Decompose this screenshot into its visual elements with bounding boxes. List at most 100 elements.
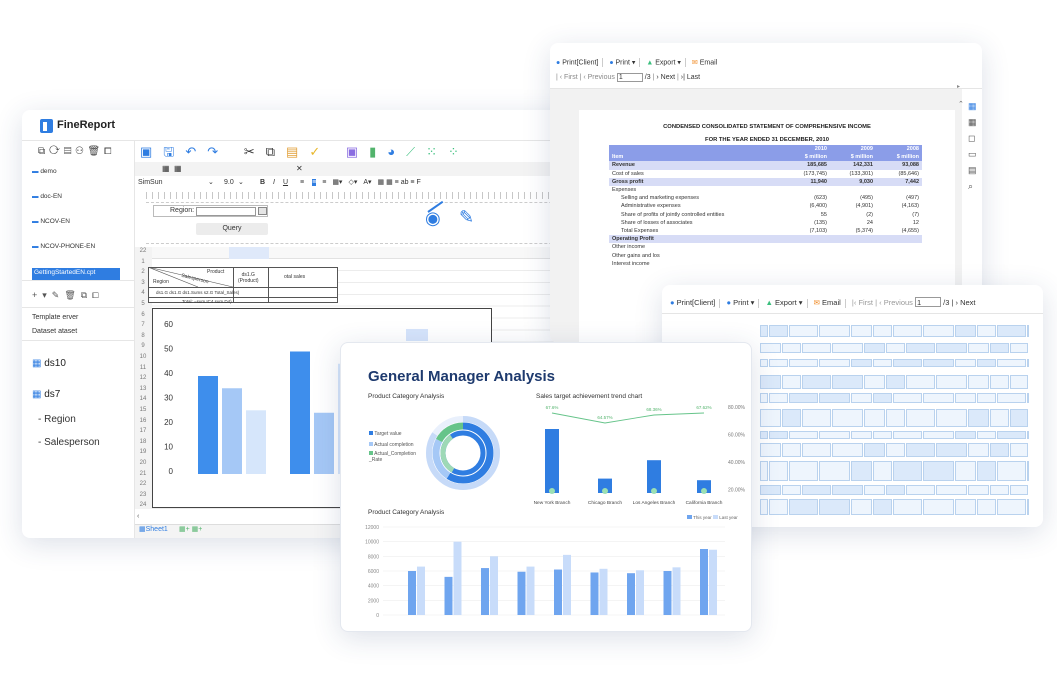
form-cell — [968, 409, 989, 427]
cell-total-row[interactable]: Total: =sum.IC4 sum.D4) — [182, 299, 232, 304]
this-year-bar — [408, 571, 416, 615]
tree-item[interactable]: ▬ NCOV-PHONE-EN — [32, 243, 134, 256]
file-toolbar[interactable]: ⧉⟳▤⚇🗑⧠ — [38, 146, 115, 157]
first-page-button[interactable]: First — [858, 298, 873, 307]
form-cell — [873, 499, 892, 515]
scroll-up-icon[interactable]: ⌃ — [958, 100, 964, 108]
tree-item[interactable]: ▬ doc-EN — [32, 193, 134, 206]
report-toolbar: ● Print[Client] ● Print ▾ ▲ Export ▾ ✉ E… — [556, 58, 718, 67]
row-value — [784, 243, 830, 251]
tree-item-selected[interactable]: GettingStartedEN.cpt — [32, 268, 120, 280]
y-tick-label: 40.00% — [728, 460, 746, 466]
email-button[interactable]: Email — [700, 59, 718, 66]
dataset-item[interactable]: ▦ ds10 — [32, 358, 66, 369]
close-icon[interactable]: ✕ — [296, 164, 303, 173]
form-cell — [1010, 375, 1028, 389]
undo-icon: ↶ — [185, 144, 208, 159]
page-input[interactable]: 1 — [616, 73, 643, 82]
grid-toolbar: ● Print[Client] ● Print ▾ ▲ Export ▾ ✉ E… — [670, 297, 976, 308]
report-pager: | ‹ First | ‹ Previous 1 /3 | › Next | ›… — [556, 73, 701, 82]
y-tick-label: 20.00% — [728, 488, 746, 494]
region-input[interactable] — [196, 207, 256, 216]
form-cell — [906, 343, 935, 353]
first-page-button[interactable]: First — [564, 74, 578, 81]
y-tick-label: 20 — [164, 418, 173, 427]
cell-region[interactable]: Region — [153, 279, 169, 285]
row-value: (623) — [814, 195, 827, 202]
tree-item[interactable]: ▬ demo — [32, 168, 134, 181]
print-button[interactable]: Print — [733, 298, 748, 307]
form-cell — [906, 485, 935, 495]
format-icons[interactable]: ▦ ▦ — [162, 164, 182, 173]
next-page-button[interactable]: Next — [960, 298, 975, 307]
previous-page-button[interactable]: Previous — [884, 298, 913, 307]
row-number: 15 — [139, 407, 147, 413]
x-category-label: New York Branch — [534, 500, 571, 506]
form-cell — [832, 343, 863, 353]
cell-ds-product[interactable]: ds1.G (Product) — [238, 272, 259, 284]
query-button[interactable]: Query — [196, 223, 268, 235]
form-cell — [936, 343, 967, 353]
print-button[interactable]: Print — [616, 59, 630, 66]
add-sheet-icon[interactable]: ▦+ ▦+ — [179, 525, 202, 533]
form-cell — [968, 443, 989, 457]
tree-item[interactable]: ▬ NCOV-EN — [32, 218, 134, 231]
table-row: Operating Profit — [609, 235, 922, 244]
last-page-button[interactable]: Last — [687, 74, 700, 81]
email-button[interactable]: Email — [822, 298, 841, 307]
th-item: Item — [612, 154, 624, 161]
edit-pencil-icon[interactable]: ✎ — [459, 207, 474, 228]
row-value: (135) — [814, 219, 827, 226]
y-tick-label: 12000 — [365, 525, 379, 531]
form-cell — [782, 375, 801, 389]
previous-page-button[interactable]: Previous — [588, 74, 615, 81]
dataset-toolbar[interactable]: +▾✎🗑⧉⧠ — [32, 290, 104, 301]
dropdown-icon[interactable] — [258, 207, 267, 215]
row-value: (495) — [860, 195, 873, 202]
dataset-field[interactable]: - Salesperson — [38, 437, 100, 448]
donut-legend: Target value Actual completion Actual_Co… — [369, 429, 416, 463]
side-tools[interactable]: ▦ ▦ ◻ ▭ ▤ ⌕ — [968, 98, 977, 194]
print-client-button[interactable]: Print[Client] — [677, 298, 716, 307]
row-number: 18 — [139, 438, 147, 445]
sheet-tab[interactable]: ▦Sheet1 — [139, 525, 168, 533]
form-cell — [955, 461, 976, 481]
page-input[interactable]: 1 — [915, 297, 942, 307]
form-cell — [923, 431, 954, 439]
export-button[interactable]: Export — [775, 298, 797, 307]
form-cell — [851, 499, 872, 515]
dataset-field[interactable]: - Region — [38, 414, 76, 425]
cell-total-sales[interactable]: otal sales — [284, 274, 305, 280]
form-cell — [832, 409, 863, 427]
dataset-item[interactable]: ▦ ds7 — [32, 389, 60, 400]
row-value — [830, 243, 876, 251]
th-unit: $ million — [804, 154, 827, 161]
donut-chart[interactable] — [425, 415, 501, 491]
bar-chart-icon: ▮ — [369, 144, 388, 159]
row-label: Share of profits of jointly controlled e… — [621, 211, 725, 218]
cell-product[interactable]: Product — [207, 269, 224, 275]
bottom-bar-chart[interactable]: 12000 10000 8000 6000 4000 2000 0 — [365, 521, 725, 621]
export-button[interactable]: Export — [655, 59, 675, 66]
form-cell — [819, 431, 850, 439]
email-icon: ✉ — [813, 298, 820, 307]
form-cell — [832, 375, 863, 389]
form-cell — [936, 485, 967, 495]
trend-marker — [602, 488, 608, 494]
form-cell — [1027, 499, 1029, 515]
cell-formula-row[interactable]: ds1.G ds1.G ds1.Sums s2.G Total_Sales) — [156, 290, 239, 295]
trend-chart[interactable]: 80.00% 60.00% 40.00% 20.00% 67.6% 64.57% 68.36… — [531, 401, 746, 506]
form-cell — [893, 325, 922, 337]
print-client-button[interactable]: Print[Client] — [562, 59, 598, 66]
row-value: 9,030 — [859, 178, 873, 185]
next-page-button[interactable]: Next — [661, 74, 675, 81]
this-year-bar — [627, 573, 635, 615]
form-cell — [893, 499, 922, 515]
y-tick-label: 0 — [169, 467, 174, 476]
form-cell — [997, 325, 1026, 337]
designer-bar — [198, 376, 218, 474]
paste-icon: ▤ — [286, 144, 310, 159]
form-cell — [832, 443, 863, 457]
trend-value-label: 67.62% — [696, 405, 711, 410]
app-name: FineReport — [57, 119, 116, 131]
